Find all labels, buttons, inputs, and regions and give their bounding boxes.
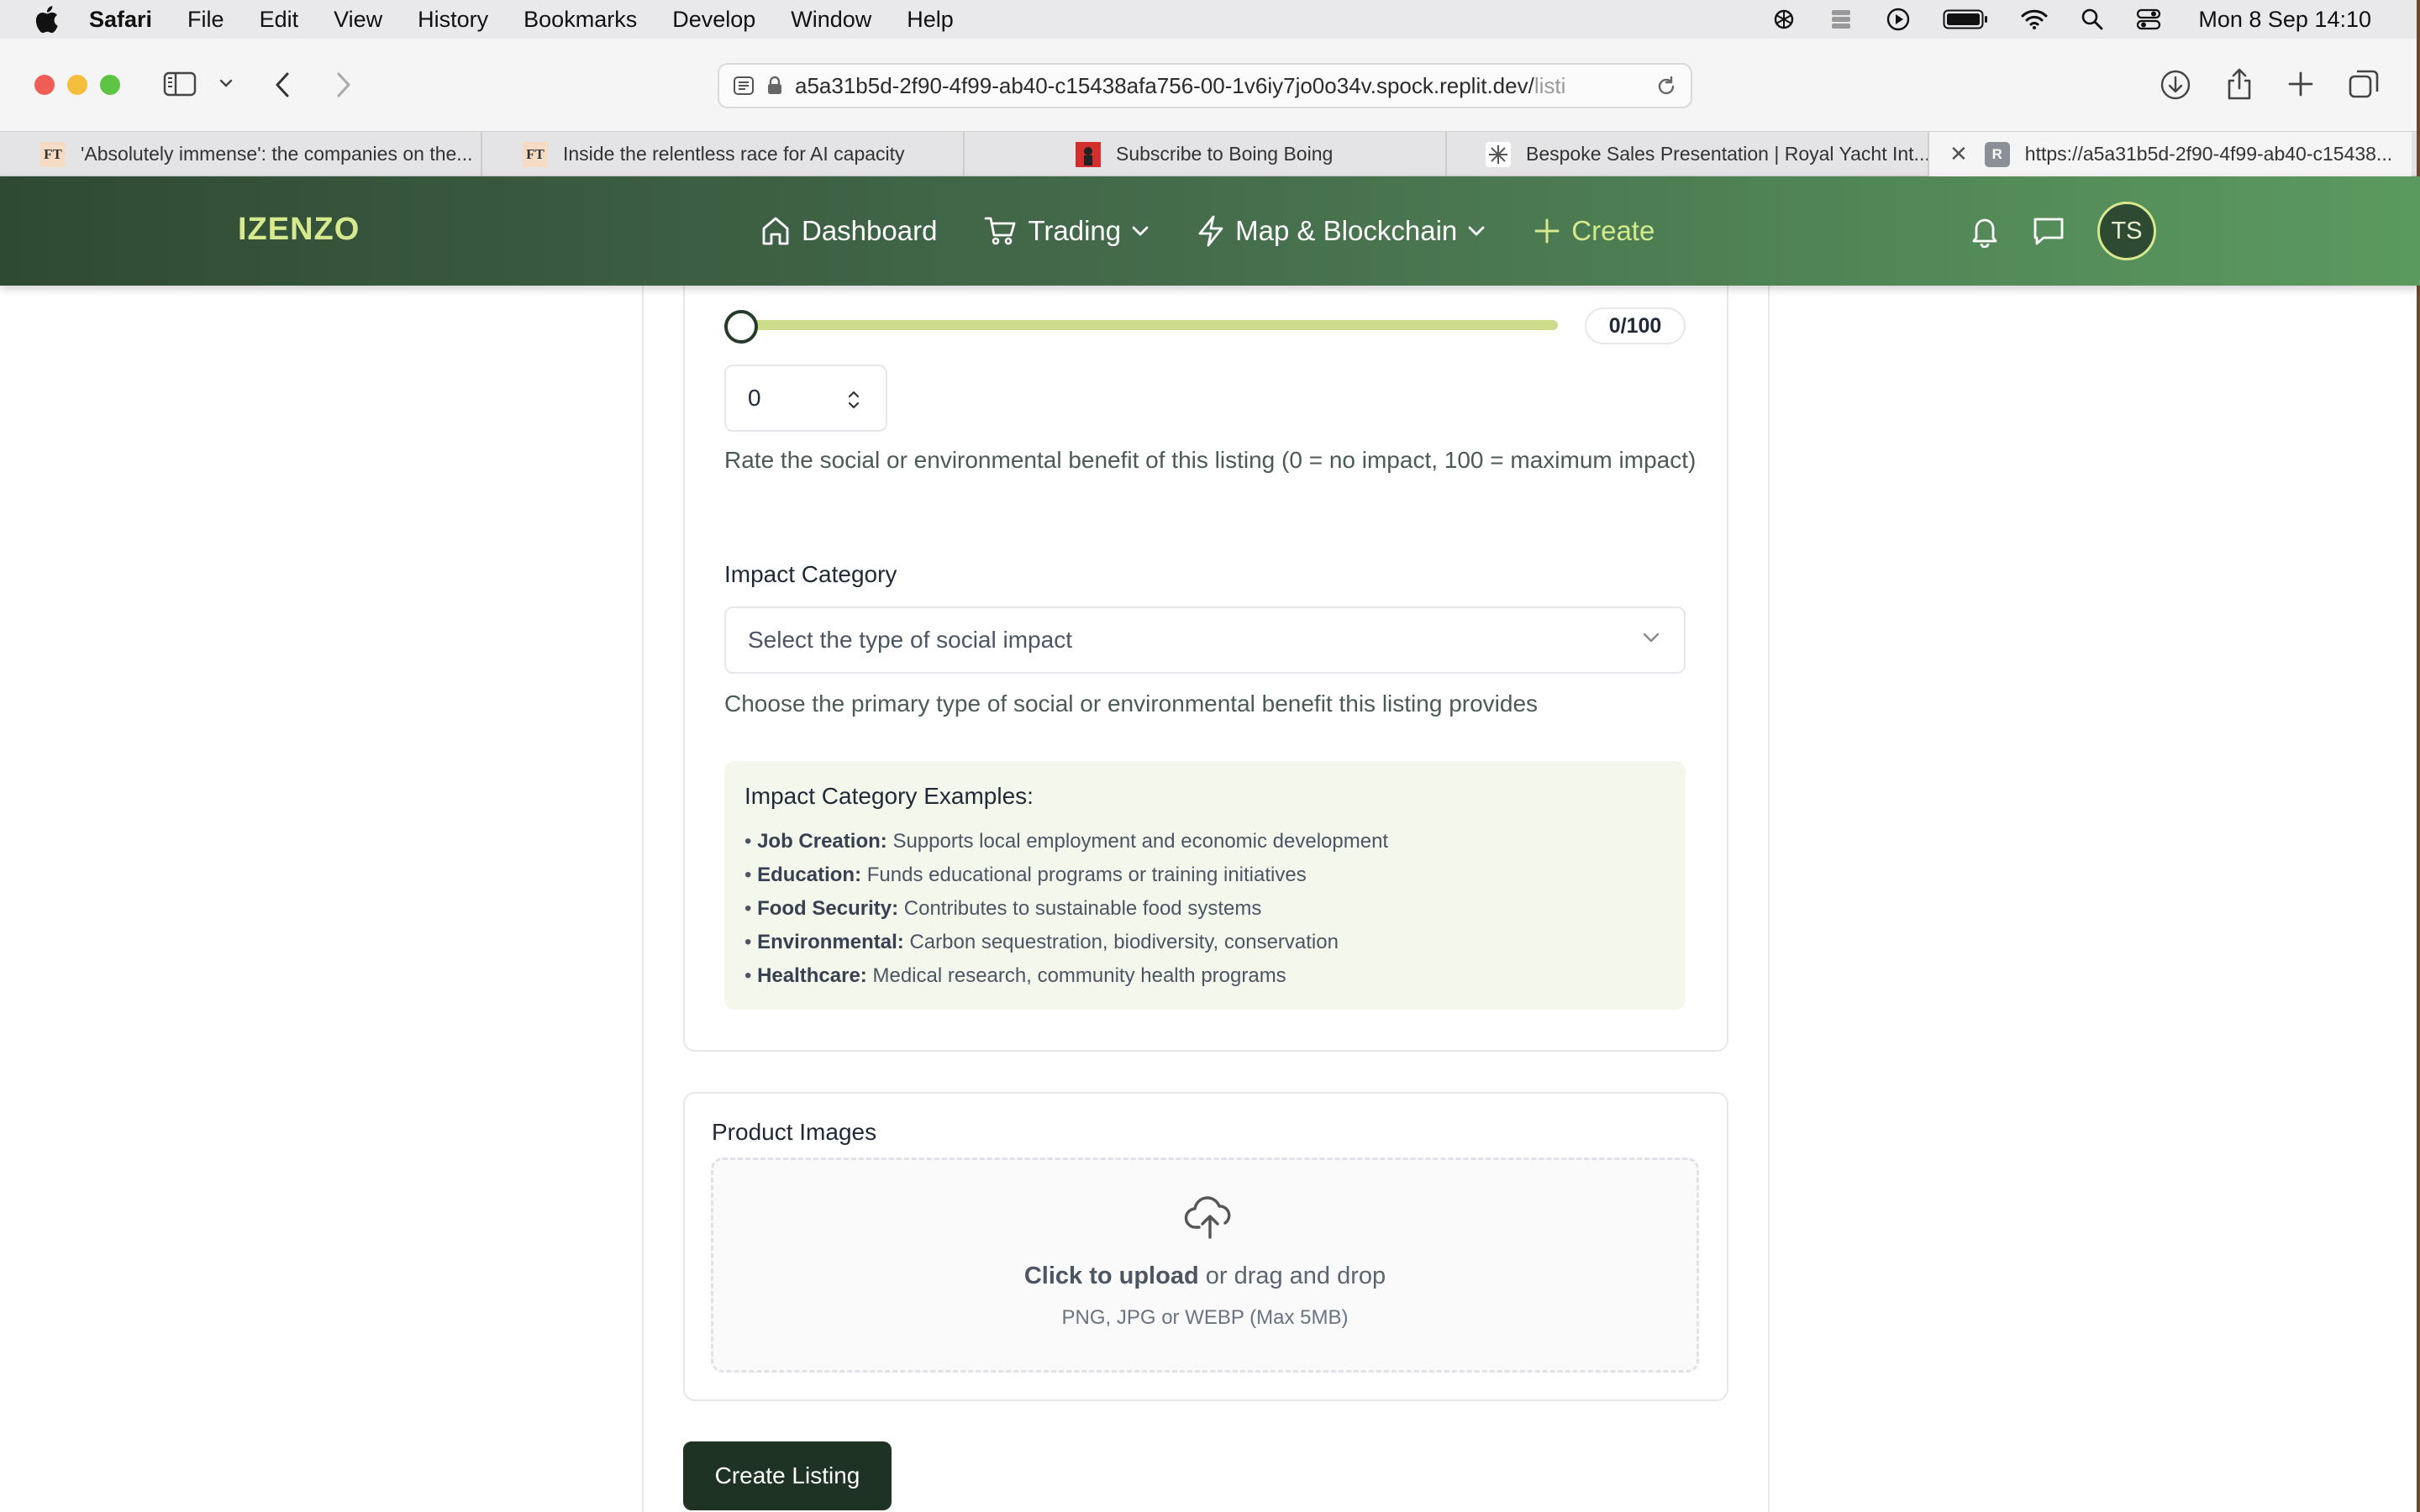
window-minimize-button[interactable] bbox=[67, 75, 87, 95]
impact-example-item: • Education: Funds educational programs … bbox=[744, 864, 1307, 886]
royal-yacht-favicon-icon bbox=[1486, 141, 1511, 167]
browser-tab-title: https://a5a31b5d-2f90-4f99-ab40-c15438..… bbox=[2024, 143, 2393, 165]
upload-instruction: Click to upload or drag and drop bbox=[1023, 1263, 1386, 1289]
play-icon[interactable] bbox=[1886, 7, 1911, 32]
reload-icon[interactable] bbox=[1655, 76, 1677, 97]
spotlight-icon[interactable] bbox=[2081, 8, 2104, 31]
browser-tab-title: 'Absolutely immense': the companies on t… bbox=[81, 143, 473, 165]
impact-category-select[interactable]: Select the type of social impact bbox=[724, 606, 1686, 674]
browser-tab-title: Bespoke Sales Presentation | Royal Yacht… bbox=[1526, 143, 1929, 165]
tab-close-icon[interactable]: ✕ bbox=[1949, 141, 1968, 167]
create-listing-button[interactable]: Create Listing bbox=[683, 1441, 892, 1510]
impact-score-value-badge: 0/100 bbox=[1585, 307, 1686, 344]
home-icon bbox=[762, 217, 789, 245]
window-close-button[interactable] bbox=[34, 75, 55, 95]
browser-tab[interactable]: FT 'Absolutely immense': the companies o… bbox=[0, 132, 482, 176]
nav-create-label: Create bbox=[1571, 215, 1655, 246]
menu-help[interactable]: Help bbox=[907, 7, 954, 33]
impact-score-slider-thumb[interactable] bbox=[724, 310, 758, 344]
macos-menu-bar: Safari File Edit View History Bookmarks … bbox=[0, 0, 2420, 39]
battery-icon[interactable] bbox=[1943, 8, 1988, 30]
nav-map-label: Map & Blockchain bbox=[1235, 215, 1458, 246]
lock-icon bbox=[768, 76, 781, 94]
back-icon[interactable] bbox=[272, 71, 294, 99]
messages-icon[interactable] bbox=[2032, 215, 2065, 247]
chevron-down-icon bbox=[1468, 226, 1485, 236]
impact-example-item: • Environmental: Carbon sequestration, b… bbox=[744, 931, 1339, 953]
tab-overview-icon[interactable] bbox=[2348, 69, 2380, 99]
menu-develop[interactable]: Develop bbox=[672, 7, 755, 33]
impact-score-help: Rate the social or environmental benefit… bbox=[724, 447, 1697, 473]
image-upload-dropzone[interactable]: Click to upload or drag and drop PNG, JP… bbox=[711, 1158, 1699, 1373]
click-to-upload-link[interactable]: Click to upload bbox=[1024, 1263, 1199, 1289]
menu-view[interactable]: View bbox=[334, 7, 382, 33]
downloads-icon[interactable] bbox=[2160, 69, 2191, 101]
nav-create[interactable]: Create bbox=[1533, 215, 1655, 247]
nav-trading[interactable]: Trading bbox=[984, 215, 1150, 247]
app-logo[interactable]: IZENZO bbox=[238, 212, 360, 248]
menu-bar-clock[interactable]: Mon 8 Sep 14:10 bbox=[2198, 7, 2371, 33]
menu-bookmarks[interactable]: Bookmarks bbox=[523, 7, 637, 33]
menu-safari[interactable]: Safari bbox=[89, 7, 152, 33]
impact-score-number-input[interactable]: 0 bbox=[724, 365, 887, 432]
chatgpt-icon[interactable] bbox=[1771, 7, 1797, 32]
share-icon[interactable] bbox=[2225, 67, 2254, 101]
browser-tab[interactable]: Bespoke Sales Presentation | Royal Yacht… bbox=[1447, 132, 1929, 176]
boing-boing-favicon-icon bbox=[1076, 141, 1101, 167]
upload-formats: PNG, JPG or WEBP (Max 5MB) bbox=[1061, 1306, 1349, 1329]
impact-category-help: Choose the primary type of social or env… bbox=[724, 690, 1539, 717]
apple-logo-icon[interactable] bbox=[34, 5, 59, 34]
browser-tab-title: Inside the relentless race for AI capaci… bbox=[563, 143, 905, 165]
tab-bar: FT 'Absolutely immense': the companies o… bbox=[0, 131, 2420, 176]
chevron-down-icon bbox=[1643, 633, 1660, 643]
stepper-arrows-icon[interactable] bbox=[847, 388, 860, 412]
stack-icon[interactable] bbox=[1828, 7, 1854, 32]
nav-trading-label: Trading bbox=[1028, 215, 1122, 246]
menu-file[interactable]: File bbox=[187, 7, 224, 33]
window-zoom-button[interactable] bbox=[100, 75, 120, 95]
impact-example-item: • Job Creation: Supports local employmen… bbox=[744, 830, 1389, 853]
browser-tab[interactable]: Subscribe to Boing Boing bbox=[965, 132, 1447, 176]
impact-category-placeholder: Select the type of social impact bbox=[748, 627, 1072, 653]
menu-edit[interactable]: Edit bbox=[260, 7, 299, 33]
bell-icon[interactable] bbox=[1970, 214, 2000, 248]
impact-examples-box: Impact Category Examples: • Job Creation… bbox=[724, 761, 1686, 1010]
user-avatar[interactable]: TS bbox=[2097, 202, 2156, 260]
tab-group-chevron-icon[interactable] bbox=[218, 77, 234, 89]
menu-window[interactable]: Window bbox=[791, 7, 871, 33]
browser-tab[interactable]: FT Inside the relentless race for AI cap… bbox=[482, 132, 965, 176]
cloud-upload-icon bbox=[1184, 1196, 1231, 1239]
app-navbar: IZENZO Dashboard Trading Map & Blockchai… bbox=[0, 176, 2420, 286]
product-images-label: Product Images bbox=[712, 1119, 877, 1145]
ft-favicon-icon: FT bbox=[40, 141, 66, 167]
impact-score-slider-track[interactable] bbox=[724, 320, 1558, 330]
nav-dashboard-label: Dashboard bbox=[802, 215, 938, 246]
url-text[interactable]: a5a31b5d-2f90-4f99-ab40-c15438afa756-00-… bbox=[795, 73, 1644, 99]
chevron-down-icon bbox=[1132, 226, 1149, 236]
new-tab-icon[interactable] bbox=[2287, 71, 2314, 97]
browser-tab-title: Subscribe to Boing Boing bbox=[1116, 143, 1334, 165]
control-center-icon[interactable] bbox=[2136, 8, 2161, 31]
forward-icon[interactable] bbox=[332, 71, 354, 99]
impact-example-item: • Food Security: Contributes to sustaina… bbox=[744, 897, 1262, 920]
replit-favicon-icon: R bbox=[1984, 141, 2010, 167]
browser-tab-active[interactable]: ✕ R https://a5a31b5d-2f90-4f99-ab40-c154… bbox=[1929, 132, 2412, 176]
page-settings-icon[interactable] bbox=[733, 75, 755, 97]
ft-favicon-icon: FT bbox=[523, 141, 548, 167]
plus-icon bbox=[1534, 218, 1560, 244]
sidebar-toggle-icon[interactable] bbox=[163, 71, 197, 97]
wifi-icon[interactable] bbox=[2020, 8, 2049, 30]
impact-score-number-value: 0 bbox=[748, 385, 761, 411]
impact-category-label: Impact Category bbox=[724, 561, 897, 587]
impact-example-item: • Healthcare: Medical research, communit… bbox=[744, 964, 1286, 987]
cart-icon bbox=[985, 217, 1016, 245]
lightning-icon bbox=[1198, 215, 1223, 247]
impact-examples-title: Impact Category Examples: bbox=[744, 783, 1034, 809]
address-bar[interactable]: a5a31b5d-2f90-4f99-ab40-c15438afa756-00-… bbox=[718, 63, 1692, 108]
nav-dashboard[interactable]: Dashboard bbox=[760, 215, 937, 247]
menu-history[interactable]: History bbox=[418, 7, 488, 33]
nav-map-blockchain[interactable]: Map & Blockchain bbox=[1197, 214, 1486, 248]
